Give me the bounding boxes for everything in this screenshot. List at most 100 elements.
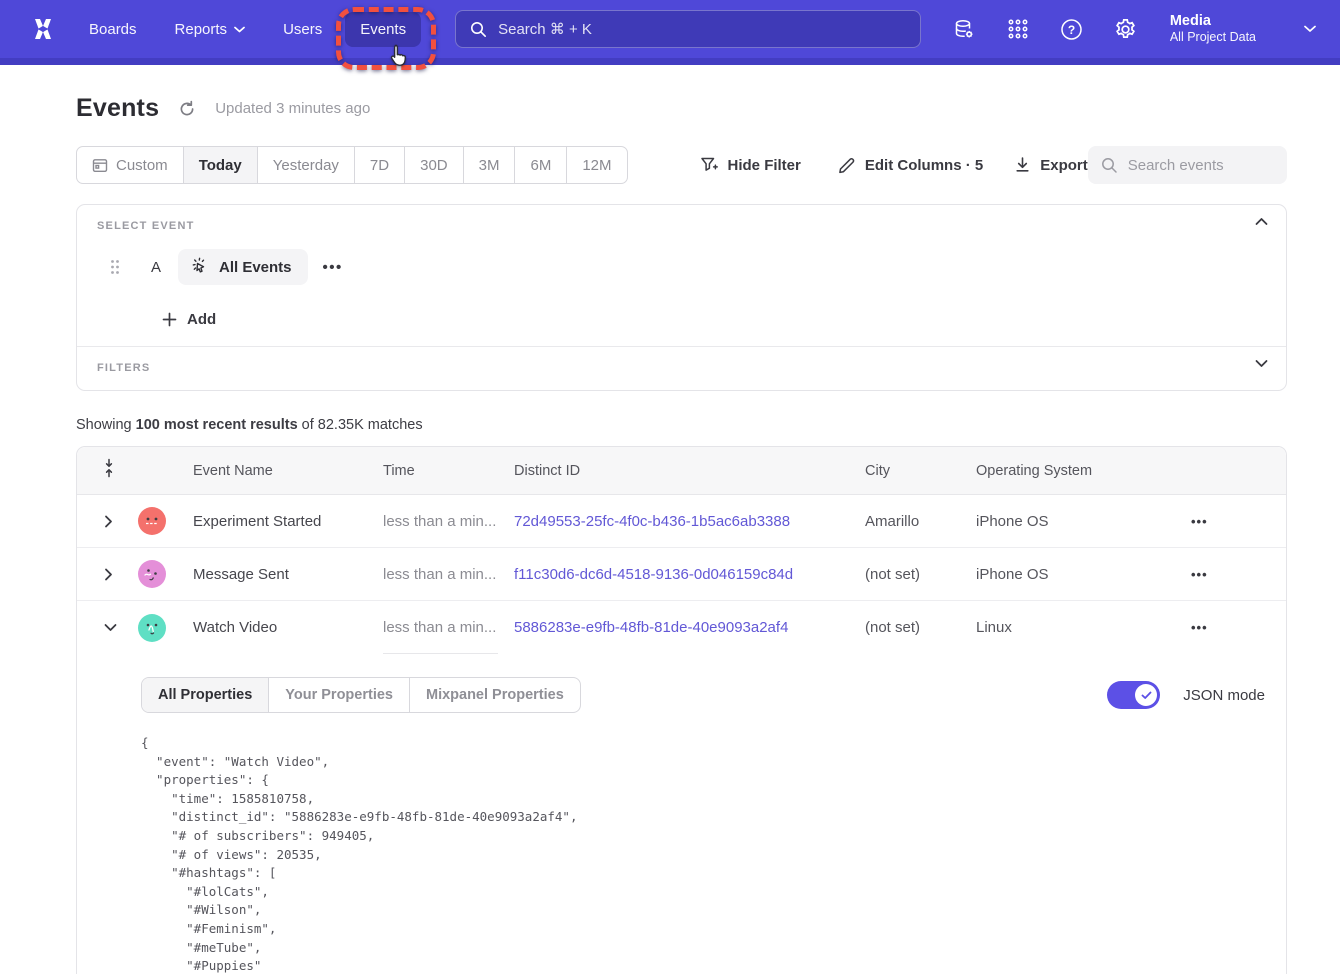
select-event-label: SELECT EVENT [97, 220, 1266, 232]
event-selector[interactable]: All Events [178, 249, 308, 285]
drag-handle-icon[interactable] [107, 259, 123, 275]
tab-all-properties[interactable]: All Properties [142, 678, 269, 712]
date-range-12m[interactable]: 12M [567, 147, 626, 183]
filters-label: FILTERS [97, 362, 1266, 374]
click-sparkle-icon [190, 257, 210, 277]
chevron-down-icon [234, 26, 245, 33]
distinct-id-link[interactable]: f11c30d6-dc6d-4518-9136-0d046159c84d [514, 566, 865, 583]
os-cell: iPhone OS [976, 513, 1183, 530]
calendar-icon [92, 157, 108, 173]
table-row[interactable]: Message Sent less than a min... f11c30d6… [77, 548, 1286, 601]
global-search-input[interactable]: Search ⌘ + K [455, 10, 921, 48]
event-name-cell: Message Sent [193, 566, 383, 583]
nav-item-users[interactable]: Users [268, 12, 337, 47]
project-subtitle: All Project Data [1170, 30, 1256, 46]
row-more-button[interactable]: ••• [1183, 514, 1208, 529]
date-range-30d[interactable]: 30D [405, 147, 464, 183]
download-icon [1014, 156, 1031, 174]
filter-icon [700, 156, 719, 174]
row-more-button[interactable]: ••• [1183, 620, 1208, 635]
row-more-button[interactable]: ••• [1183, 567, 1208, 582]
date-range-3m[interactable]: 3M [464, 147, 516, 183]
sort-icon[interactable] [77, 458, 129, 483]
event-selector-label: All Events [219, 259, 292, 276]
date-range-6m[interactable]: 6M [515, 147, 567, 183]
city-cell: Amarillo [865, 513, 976, 530]
mixpanel-logo[interactable] [26, 12, 60, 46]
top-navbar: Boards Reports Users Events Search ⌘ + K [0, 0, 1340, 58]
event-row-letter: A [143, 259, 169, 276]
search-events-input[interactable]: Search events [1088, 146, 1287, 184]
event-avatar [138, 614, 166, 642]
date-range-custom[interactable]: Custom [77, 147, 184, 183]
col-header-event-name[interactable]: Event Name [193, 463, 383, 479]
data-management-icon[interactable] [952, 17, 976, 41]
search-icon [1101, 157, 1118, 174]
expand-row-button[interactable] [77, 515, 129, 528]
tab-mixpanel-properties[interactable]: Mixpanel Properties [410, 678, 580, 712]
col-header-distinct-id[interactable]: Distinct ID [514, 463, 865, 479]
nav-item-boards[interactable]: Boards [74, 12, 152, 47]
chevron-down-icon[interactable] [1255, 359, 1268, 368]
os-cell: iPhone OS [976, 566, 1183, 583]
city-cell: (not set) [865, 619, 976, 636]
properties-tabs: All Properties Your Properties Mixpanel … [141, 677, 581, 713]
events-table: Event Name Time Distinct ID City Operati… [76, 446, 1287, 974]
chevron-right-icon [104, 568, 113, 581]
add-event-button[interactable]: Add [162, 311, 1266, 328]
date-range-control: Custom Today Yesterday 7D 30D 3M 6M 12M [76, 146, 628, 184]
nav-item-reports[interactable]: Reports [160, 12, 261, 47]
col-header-os[interactable]: Operating System [976, 463, 1183, 479]
edit-columns-button[interactable]: Edit Columns · 5 [838, 156, 983, 174]
nav-items: Boards Reports Users Events [74, 12, 421, 47]
time-cell: less than a min... [383, 566, 501, 583]
search-icon [470, 21, 487, 38]
page-title: Events [76, 94, 159, 123]
refresh-button[interactable] [178, 100, 196, 118]
time-cell: less than a min... [383, 601, 498, 654]
svg-text:?: ? [1068, 22, 1075, 36]
export-button[interactable]: Export [1014, 156, 1088, 174]
event-name-cell: Watch Video [193, 619, 383, 636]
table-row-expanded[interactable]: Watch Video less than a min... 5886283e-… [77, 601, 1286, 654]
nav-item-events[interactable]: Events [345, 12, 421, 47]
date-range-yesterday[interactable]: Yesterday [258, 147, 355, 183]
results-summary: Showing 100 most recent results of 82.35… [76, 417, 1287, 433]
chevron-down-icon [104, 623, 117, 632]
search-events-placeholder: Search events [1128, 157, 1224, 174]
query-builder-card: SELECT EVENT A All Events ••• Add [76, 204, 1287, 391]
date-range-7d[interactable]: 7D [355, 147, 405, 183]
help-icon[interactable]: ? [1060, 17, 1084, 41]
event-avatar [138, 560, 166, 588]
event-avatar [138, 507, 166, 535]
chevron-up-icon[interactable] [1255, 217, 1268, 226]
col-header-time[interactable]: Time [383, 463, 514, 479]
pencil-icon [838, 156, 856, 174]
table-row[interactable]: Experiment Started less than a min... 72… [77, 495, 1286, 548]
date-range-today[interactable]: Today [184, 147, 258, 183]
collapse-row-button[interactable] [77, 623, 129, 632]
project-switcher[interactable]: Media All Project Data [1170, 12, 1256, 46]
project-name: Media [1170, 12, 1256, 30]
hide-filter-button[interactable]: Hide Filter [700, 156, 801, 174]
event-json-viewer: { "event": "Watch Video", "properties": … [141, 734, 1266, 974]
plus-icon [162, 312, 177, 327]
col-header-city[interactable]: City [865, 463, 976, 479]
check-icon [1141, 691, 1152, 700]
event-more-button[interactable]: ••• [323, 259, 343, 276]
expand-row-button[interactable] [77, 568, 129, 581]
os-cell: Linux [976, 619, 1183, 636]
chevron-down-icon[interactable] [1304, 25, 1316, 33]
navbar-bottom-edge [0, 58, 1340, 65]
json-mode-toggle[interactable] [1107, 681, 1160, 709]
toggle-knob [1135, 684, 1157, 706]
city-cell: (not set) [865, 566, 976, 583]
refresh-icon [178, 100, 196, 118]
apps-grid-icon[interactable] [1006, 17, 1030, 41]
json-mode-label: JSON mode [1183, 687, 1265, 704]
chevron-right-icon [104, 515, 113, 528]
settings-gear-icon[interactable] [1114, 17, 1138, 41]
distinct-id-link[interactable]: 72d49553-25fc-4f0c-b436-1b5ac6ab3388 [514, 513, 865, 530]
tab-your-properties[interactable]: Your Properties [269, 678, 410, 712]
distinct-id-link[interactable]: 5886283e-e9fb-48fb-81de-40e9093a2af4 [514, 619, 865, 636]
